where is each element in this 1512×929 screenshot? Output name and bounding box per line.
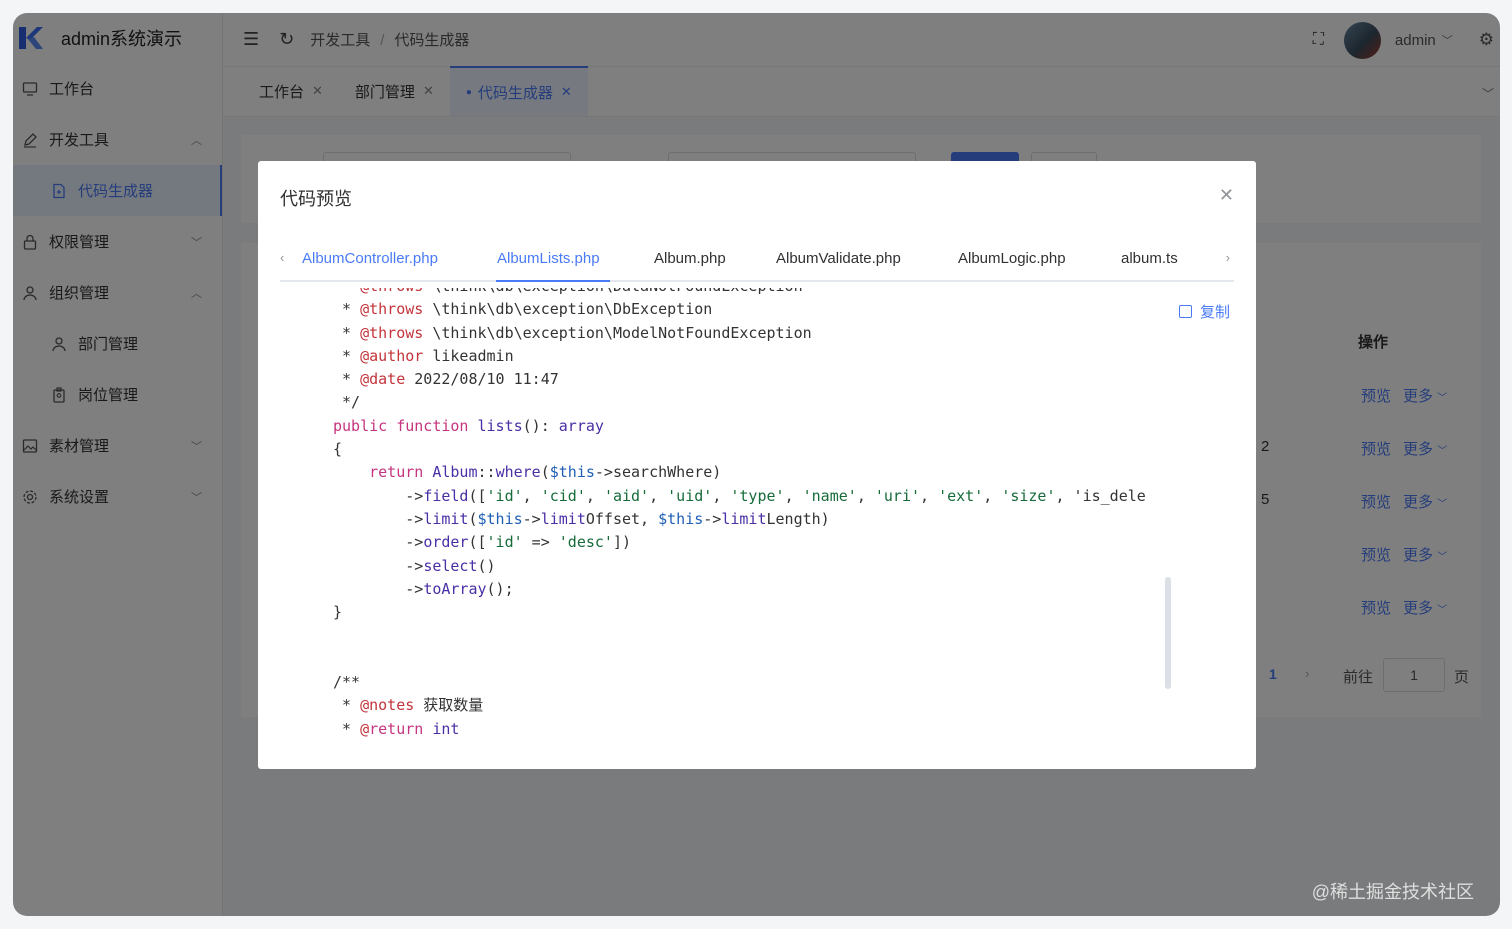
close-icon[interactable]: ✕ (1219, 185, 1234, 206)
dialog-title: 代码预览 (280, 189, 352, 209)
chevron-left-icon[interactable]: ‹ (280, 250, 284, 265)
file-tab-album[interactable]: Album.php (654, 250, 726, 267)
watermark: @稀土掘金技术社区 (1311, 882, 1474, 902)
file-tabs: ‹ AlbumController.php AlbumLists.php Alb… (280, 236, 1234, 282)
code-block: * @throws \think\db\exception\DataNotFou… (333, 288, 1173, 769)
file-tab-album-controller[interactable]: AlbumController.php (302, 250, 438, 267)
file-tab-album-logic[interactable]: AlbumLogic.php (958, 250, 1066, 267)
file-tab-album-ts[interactable]: album.ts (1121, 250, 1178, 267)
copy-icon (1178, 305, 1192, 318)
active-tab-indicator (496, 280, 610, 282)
code-text: * @throws \think\db\exception\DataNotFou… (333, 288, 1146, 738)
code-scrollbar[interactable] (1165, 577, 1171, 689)
app-window: admin系统演示 工作台 开发工具 ︿ 代码生成器 权限管理 (13, 13, 1500, 916)
copy-button[interactable]: 复制 (1178, 301, 1230, 322)
file-tab-album-lists[interactable]: AlbumLists.php (497, 250, 600, 267)
code-preview-dialog: 代码预览 ✕ ‹ AlbumController.php AlbumLists.… (258, 161, 1256, 769)
chevron-right-icon[interactable]: › (1226, 250, 1230, 265)
file-tab-album-validate[interactable]: AlbumValidate.php (776, 250, 901, 267)
copy-label: 复制 (1199, 304, 1230, 321)
